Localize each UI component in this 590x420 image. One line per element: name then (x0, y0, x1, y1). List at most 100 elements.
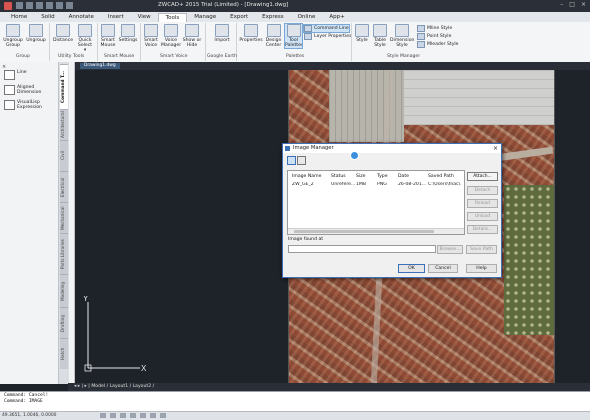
redo-icon[interactable] (66, 2, 73, 9)
table-row[interactable]: ZW_GE_2 Unrefere... 1MB PNG 26-08-201...… (289, 182, 463, 188)
ribbon-group-labels: Group Utility Tools Smart Mouse Smart Vo… (0, 53, 590, 62)
minimize-button[interactable]: – (560, 1, 563, 8)
palette-tab-parts[interactable]: Parts Libraries (60, 233, 68, 274)
column-header-type[interactable]: Type (377, 174, 388, 179)
palette-tab-hatch[interactable]: Hatch (60, 338, 68, 369)
show-hide-button[interactable]: Show or Hide (182, 24, 202, 48)
column-header-status[interactable]: Status (331, 174, 346, 179)
ortho-icon[interactable] (120, 413, 126, 418)
dialog-close-icon[interactable]: × (493, 144, 498, 153)
column-header-date[interactable]: Date (398, 174, 409, 179)
help-button[interactable]: Help (466, 264, 497, 273)
horizontal-scrollbar[interactable] (288, 228, 464, 234)
point-style-button[interactable]: Point Style (417, 33, 451, 40)
properties-button[interactable]: Properties (238, 24, 264, 43)
ungroup-group-button[interactable]: Ungroup Group (2, 24, 24, 48)
palette-item-visuallisp[interactable]: VisualLisp Expression (4, 100, 54, 110)
tab-app-plus[interactable]: App+ (322, 13, 351, 22)
smart-mouse-button[interactable]: Smart Mouse (99, 24, 117, 48)
palette-tab-modeling[interactable]: Modeling (60, 274, 68, 307)
document-tab-bar: Drawing1.dwg (74, 62, 590, 70)
tab-home[interactable]: Home (4, 13, 34, 22)
column-header-size[interactable]: Size (356, 174, 365, 179)
tab-express[interactable]: Express (255, 13, 290, 22)
ungroup-button[interactable]: Ungroup (25, 24, 47, 43)
ok-button[interactable]: OK (398, 264, 425, 273)
print-icon[interactable] (46, 2, 53, 9)
settings-button[interactable]: Settings (118, 24, 138, 43)
dialog-title-bar[interactable]: Image Manager × (283, 144, 501, 153)
table-style-button[interactable]: Table Style (372, 24, 388, 48)
reload-button[interactable]: Reload (467, 199, 498, 208)
style-button[interactable]: Style (354, 24, 370, 43)
column-header-saved-path[interactable]: Saved Path (428, 174, 454, 179)
garden (504, 185, 554, 335)
save-path-button[interactable]: Save Path (466, 245, 497, 254)
lineweight-icon[interactable] (160, 413, 166, 418)
palette-tab-mechanical[interactable]: Mechanical (60, 202, 68, 233)
cancel-button[interactable]: Cancel (428, 264, 458, 273)
osnap-icon[interactable] (140, 413, 146, 418)
otrack-icon[interactable] (150, 413, 156, 418)
browse-button[interactable]: Browse... (437, 245, 463, 254)
voice-manager-button[interactable]: Voice Manager (161, 24, 181, 48)
tab-online[interactable]: Online (291, 13, 323, 22)
group-label-palettes: Palettes (286, 54, 305, 59)
tool-palettes-button[interactable]: Tool Palettes (284, 23, 303, 49)
detach-button[interactable]: Detach (467, 186, 498, 195)
save-icon[interactable] (36, 2, 43, 9)
list-view-icon[interactable] (287, 156, 296, 165)
tab-export[interactable]: Export (223, 13, 255, 22)
unload-button[interactable]: Unload (467, 212, 498, 221)
close-button[interactable]: × (581, 1, 586, 8)
palette-tab-civil[interactable]: Civil (60, 140, 68, 171)
distance-button[interactable]: Distance (52, 24, 74, 43)
quick-select-button[interactable]: Quick Select ▾ (75, 24, 95, 53)
title-bar: ZWCAD+ 2015 Trial (Limited) - [Drawing1.… (0, 0, 590, 12)
tab-view[interactable]: View (131, 13, 158, 22)
voice-manager-icon (164, 24, 178, 37)
app-logo-icon[interactable] (4, 2, 12, 10)
open-icon[interactable] (26, 2, 33, 9)
design-center-icon (266, 24, 281, 37)
command-window[interactable]: Command: Cancel! Command: IMAGE (0, 391, 590, 412)
attach-button[interactable]: Attach... (467, 172, 498, 181)
column-header-image-name[interactable]: Image Name (292, 174, 321, 179)
palette-tab-electrical[interactable]: Electrical (60, 171, 68, 202)
palette-tab-architectural[interactable]: Architectural (60, 109, 68, 140)
image-found-at-field[interactable] (288, 245, 436, 253)
palette-item-line[interactable]: Line (4, 70, 54, 80)
undo-icon[interactable] (56, 2, 63, 9)
dimension-style-button[interactable]: Dimension Style (390, 24, 414, 48)
palette-tab-drafting[interactable]: Drafting (60, 307, 68, 338)
layer-properties-button[interactable]: Layer Properties (304, 33, 351, 40)
tab-annotate[interactable]: Annotate (62, 13, 101, 22)
mleader-style-icon (417, 41, 425, 48)
mouse-cursor-indicator (350, 151, 359, 160)
tab-tools[interactable]: Tools (157, 13, 188, 22)
maximize-button[interactable]: □ (569, 1, 575, 8)
smart-voice-button[interactable]: Smart Voice (142, 24, 160, 48)
doc-tab-drawing1[interactable]: Drawing1.dwg (80, 63, 120, 69)
dialog-title: Image Manager (293, 145, 334, 151)
import-button[interactable]: Import (212, 24, 232, 43)
mline-style-button[interactable]: Mline Style (417, 25, 452, 32)
tab-insert[interactable]: Insert (101, 13, 131, 22)
new-icon[interactable] (16, 2, 23, 9)
palette-tab-command[interactable]: Command T... (60, 64, 68, 109)
layout-tabs[interactable]: ◂ ▸ | ▸ | Model / Layout1 / Layout2 / (74, 384, 154, 389)
tab-solid[interactable]: Solid (34, 13, 61, 22)
tree-view-icon[interactable] (297, 156, 306, 165)
palette-item-aligned-dimension[interactable]: Aligned Dimension (4, 85, 54, 95)
grid-icon[interactable] (110, 413, 116, 418)
command-line-button[interactable]: Command Line (303, 24, 350, 33)
snap-icon[interactable] (100, 413, 106, 418)
image-list[interactable]: Image Name Status Size Type Date Saved P… (287, 170, 465, 235)
tab-manage[interactable]: Manage (187, 13, 223, 22)
design-center-button[interactable]: Design Center (264, 24, 283, 48)
ungroup2-icon (29, 24, 43, 37)
polar-icon[interactable] (130, 413, 136, 418)
details-button[interactable]: Details... (467, 225, 498, 234)
mleader-style-button[interactable]: Mleader Style (417, 41, 459, 48)
ungroup-icon (6, 24, 20, 37)
